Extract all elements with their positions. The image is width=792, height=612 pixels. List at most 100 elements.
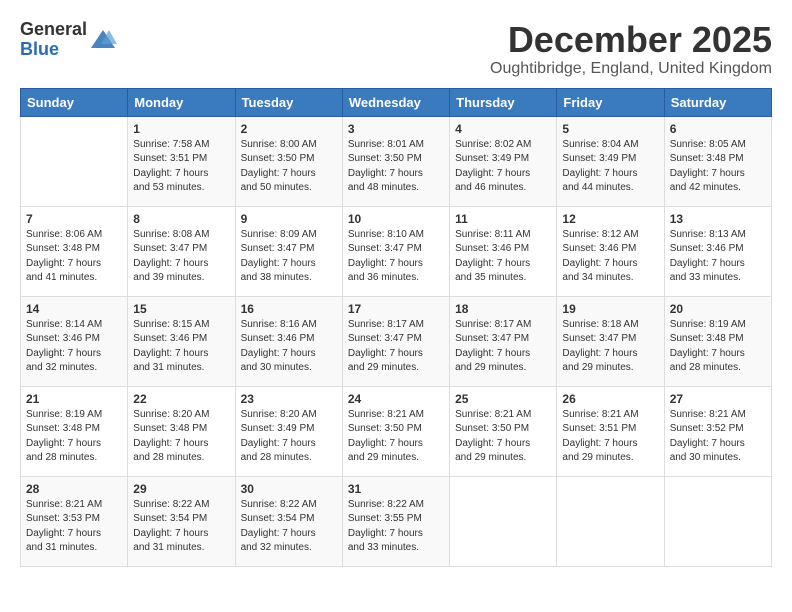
month-title: December 2025 — [490, 20, 772, 60]
day-number: 11 — [455, 212, 551, 226]
day-number: 30 — [241, 482, 337, 496]
title-block: December 2025 Oughtibridge, England, Uni… — [490, 20, 772, 78]
calendar-cell — [557, 476, 664, 566]
calendar-week-3: 14 Sunrise: 8:14 AMSunset: 3:46 PMDayligh… — [21, 296, 772, 386]
day-info: Sunrise: 8:14 AMSunset: 3:46 PMDaylight:… — [26, 318, 122, 376]
day-number: 24 — [348, 392, 444, 406]
day-number: 16 — [241, 302, 337, 316]
calendar-cell: 15Sunrise: 8:15 AMSunset: 3:46 PMDayligh… — [128, 296, 235, 386]
day-number: 18 — [455, 302, 551, 316]
day-info: Sunrise: 8:05 AMSunset: 3:48 PMDaylight:… — [670, 138, 766, 196]
day-number: 1 — [133, 122, 229, 136]
calendar-cell: 27 Sunrise: 8:21 AMSunset: 3:52 PMDayligh… — [664, 386, 771, 476]
calendar-table: SundayMondayTuesdayWednesdayThursdayFrid… — [20, 88, 772, 567]
day-info: Sunrise: 8:21 AMSunset: 3:53 PMDaylight:… — [26, 498, 122, 556]
day-number: 4 — [455, 122, 551, 136]
calendar-cell: 31 Sunrise: 8:22 AMSunset: 3:55 PMDayligh… — [342, 476, 449, 566]
day-number: 27 — [670, 392, 766, 406]
location: Oughtibridge, England, United Kingdom — [490, 60, 772, 78]
calendar-cell: 7 Sunrise: 8:06 AMSunset: 3:48 PMDaylight… — [21, 206, 128, 296]
calendar-cell: 14 Sunrise: 8:14 AMSunset: 3:46 PMDayligh… — [21, 296, 128, 386]
day-number: 25 — [455, 392, 551, 406]
calendar-cell: 18 Sunrise: 8:17 AMSunset: 3:47 PMDayligh… — [450, 296, 557, 386]
calendar-cell: 24 Sunrise: 8:21 AMSunset: 3:50 PMDayligh… — [342, 386, 449, 476]
day-info: Sunrise: 8:11 AMSunset: 3:46 PMDaylight:… — [455, 228, 551, 286]
col-header-sunday: Sunday — [21, 88, 128, 116]
calendar-cell: 19 Sunrise: 8:18 AMSunset: 3:47 PMDayligh… — [557, 296, 664, 386]
day-number: 9 — [241, 212, 337, 226]
day-info: Sunrise: 8:19 AMSunset: 3:48 PMDaylight:… — [26, 408, 122, 466]
calendar-cell: 1 Sunrise: 7:58 AMSunset: 3:51 PMDaylight… — [128, 116, 235, 206]
day-number: 7 — [26, 212, 122, 226]
calendar-cell: 9 Sunrise: 8:09 AMSunset: 3:47 PMDaylight… — [235, 206, 342, 296]
day-info: Sunrise: 8:22 AMSunset: 3:54 PMDaylight:… — [133, 498, 229, 556]
calendar-cell: 10 Sunrise: 8:10 AMSunset: 3:47 PMDayligh… — [342, 206, 449, 296]
calendar-cell: 29Sunrise: 8:22 AMSunset: 3:54 PMDayligh… — [128, 476, 235, 566]
logo-icon — [89, 26, 117, 54]
calendar-header-row: SundayMondayTuesdayWednesdayThursdayFrid… — [21, 88, 772, 116]
day-info: Sunrise: 8:19 AMSunset: 3:48 PMDaylight:… — [670, 318, 766, 376]
col-header-thursday: Thursday — [450, 88, 557, 116]
day-info: Sunrise: 8:21 AMSunset: 3:52 PMDaylight:… — [670, 408, 766, 466]
day-number: 22 — [133, 392, 229, 406]
day-number: 2 — [241, 122, 337, 136]
day-info: Sunrise: 8:09 AMSunset: 3:47 PMDaylight:… — [241, 228, 337, 286]
calendar-week-2: 7 Sunrise: 8:06 AMSunset: 3:48 PMDaylight… — [21, 206, 772, 296]
calendar-cell: 28Sunrise: 8:21 AMSunset: 3:53 PMDayligh… — [21, 476, 128, 566]
calendar-cell: 21 Sunrise: 8:19 AMSunset: 3:48 PMDayligh… — [21, 386, 128, 476]
day-info: Sunrise: 8:20 AMSunset: 3:48 PMDaylight:… — [133, 408, 229, 466]
day-info: Sunrise: 8:02 AMSunset: 3:49 PMDaylight:… — [455, 138, 551, 196]
day-number: 17 — [348, 302, 444, 316]
calendar-cell: 23 Sunrise: 8:20 AMSunset: 3:49 PMDayligh… — [235, 386, 342, 476]
calendar-cell — [664, 476, 771, 566]
day-info: Sunrise: 8:13 AMSunset: 3:46 PMDaylight:… — [670, 228, 766, 286]
day-number: 14 — [26, 302, 122, 316]
day-number: 13 — [670, 212, 766, 226]
day-info: Sunrise: 8:06 AMSunset: 3:48 PMDaylight:… — [26, 228, 122, 286]
calendar-cell: 2 Sunrise: 8:00 AMSunset: 3:50 PMDaylight… — [235, 116, 342, 206]
col-header-monday: Monday — [128, 88, 235, 116]
day-info: Sunrise: 8:04 AMSunset: 3:49 PMDaylight:… — [562, 138, 658, 196]
calendar-cell: 8 Sunrise: 8:08 AMSunset: 3:47 PMDaylight… — [128, 206, 235, 296]
day-info: Sunrise: 8:01 AMSunset: 3:50 PMDaylight:… — [348, 138, 444, 196]
day-info: Sunrise: 8:22 AMSunset: 3:55 PMDaylight:… — [348, 498, 444, 556]
calendar-cell: 11 Sunrise: 8:11 AMSunset: 3:46 PMDayligh… — [450, 206, 557, 296]
logo: General Blue — [20, 20, 117, 60]
day-info: Sunrise: 8:12 AMSunset: 3:46 PMDaylight:… — [562, 228, 658, 286]
day-info: Sunrise: 8:17 AMSunset: 3:47 PMDaylight:… — [455, 318, 551, 376]
col-header-wednesday: Wednesday — [342, 88, 449, 116]
day-info: Sunrise: 8:00 AMSunset: 3:50 PMDaylight:… — [241, 138, 337, 196]
day-info: Sunrise: 8:08 AMSunset: 3:47 PMDaylight:… — [133, 228, 229, 286]
day-info: Sunrise: 8:17 AMSunset: 3:47 PMDaylight:… — [348, 318, 444, 376]
calendar-cell: 6 Sunrise: 8:05 AMSunset: 3:48 PMDaylight… — [664, 116, 771, 206]
calendar-week-5: 28Sunrise: 8:21 AMSunset: 3:53 PMDayligh… — [21, 476, 772, 566]
day-info: Sunrise: 8:21 AMSunset: 3:50 PMDaylight:… — [348, 408, 444, 466]
calendar-cell: 20Sunrise: 8:19 AMSunset: 3:48 PMDayligh… — [664, 296, 771, 386]
day-number: 10 — [348, 212, 444, 226]
day-number: 26 — [562, 392, 658, 406]
calendar-cell: 12Sunrise: 8:12 AMSunset: 3:46 PMDayligh… — [557, 206, 664, 296]
day-info: Sunrise: 8:16 AMSunset: 3:46 PMDaylight:… — [241, 318, 337, 376]
day-number: 8 — [133, 212, 229, 226]
calendar-cell: 5Sunrise: 8:04 AMSunset: 3:49 PMDaylight… — [557, 116, 664, 206]
day-info: Sunrise: 8:18 AMSunset: 3:47 PMDaylight:… — [562, 318, 658, 376]
calendar-week-4: 21 Sunrise: 8:19 AMSunset: 3:48 PMDayligh… — [21, 386, 772, 476]
page-header: General Blue December 2025 Oughtibridge,… — [20, 20, 772, 78]
day-number: 23 — [241, 392, 337, 406]
day-info: Sunrise: 8:21 AMSunset: 3:51 PMDaylight:… — [562, 408, 658, 466]
day-number: 21 — [26, 392, 122, 406]
day-number: 6 — [670, 122, 766, 136]
day-number: 19 — [562, 302, 658, 316]
calendar-cell: 22 Sunrise: 8:20 AMSunset: 3:48 PMDayligh… — [128, 386, 235, 476]
logo-general: General — [20, 19, 87, 39]
calendar-cell: 26 Sunrise: 8:21 AMSunset: 3:51 PMDayligh… — [557, 386, 664, 476]
day-info: Sunrise: 8:20 AMSunset: 3:49 PMDaylight:… — [241, 408, 337, 466]
col-header-friday: Friday — [557, 88, 664, 116]
calendar-cell: 16 Sunrise: 8:16 AMSunset: 3:46 PMDayligh… — [235, 296, 342, 386]
day-info: Sunrise: 8:10 AMSunset: 3:47 PMDaylight:… — [348, 228, 444, 286]
day-number: 31 — [348, 482, 444, 496]
day-info: Sunrise: 8:15 AMSunset: 3:46 PMDaylight:… — [133, 318, 229, 376]
calendar-week-1: 1 Sunrise: 7:58 AMSunset: 3:51 PMDaylight… — [21, 116, 772, 206]
day-info: Sunrise: 8:22 AMSunset: 3:54 PMDaylight:… — [241, 498, 337, 556]
day-info: Sunrise: 7:58 AMSunset: 3:51 PMDaylight:… — [133, 138, 229, 196]
